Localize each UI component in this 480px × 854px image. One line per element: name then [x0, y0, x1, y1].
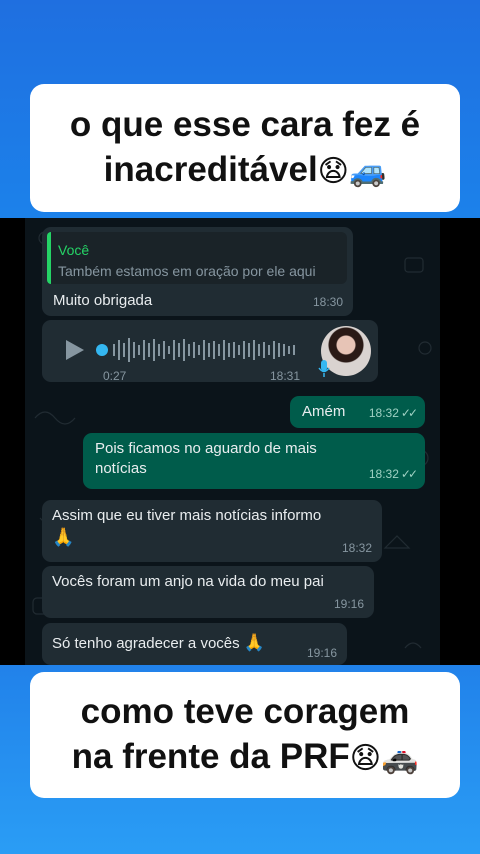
outgoing-message-bubble[interactable]: Amém 18:32 ✓✓ — [290, 396, 425, 428]
quote-author: Você — [58, 242, 90, 258]
message-time: 19:16 — [306, 646, 337, 660]
caption-bottom: como teve coragem na frente da PRF😧🚓 — [30, 672, 460, 798]
message-time: 18:32 — [341, 541, 372, 555]
reply-message-bubble[interactable]: Você Também estamos em oração por ele aq… — [42, 227, 353, 316]
message-time: 18:31 — [270, 369, 301, 383]
incoming-message-bubble[interactable]: Vocês foram um anjo na vida do meu pai 1… — [42, 566, 374, 618]
message-time: 18:30 — [312, 295, 343, 309]
chat-screenshot: Você Também estamos em oração por ele aq… — [25, 218, 440, 665]
message-text: Vocês foram um anjo na vida do meu pai — [52, 573, 324, 590]
left-black-border — [0, 218, 25, 665]
message-text: Só tenho agradecer a vocês — [52, 635, 240, 652]
quoted-message[interactable]: Você Também estamos em oração por ele aq… — [47, 232, 347, 284]
caption-bottom-line-2: na frente da PRF — [71, 737, 350, 776]
right-black-border — [440, 218, 480, 665]
microphone-icon — [318, 360, 330, 377]
message-time: 19:16 — [333, 597, 364, 611]
voice-message-bubble[interactable]: 0:27 18:31 — [42, 320, 378, 383]
play-icon[interactable] — [64, 338, 86, 362]
caption-top-line-1: o que esse cara fez é — [69, 105, 421, 144]
car-icon: 🚙 — [348, 154, 387, 189]
playback-slider-thumb[interactable] — [96, 344, 108, 356]
anguished-face-icon: 😧 — [317, 154, 349, 189]
police-car-icon: 🚓 — [381, 741, 419, 776]
praying-hands-icon: 🙏 — [243, 633, 265, 653]
message-text: Pois ficamos no aguardo de mais notícias — [95, 440, 317, 477]
message-time: 18:32 — [368, 467, 399, 481]
voice-duration: 0:27 — [103, 369, 127, 383]
praying-hands-icon: 🙏 — [52, 527, 75, 548]
message-text: Amém — [302, 403, 346, 420]
anguished-face-icon: 😧 — [349, 741, 382, 776]
read-receipt-icon: ✓✓ — [400, 406, 418, 420]
caption-top: o que esse cara fez é inacreditável😧🚙 — [30, 84, 460, 212]
quote-text: Também estamos em oração por ele aqui — [58, 263, 316, 279]
caption-bottom-line-1: como teve coragem — [80, 692, 410, 731]
audio-waveform[interactable] — [112, 334, 302, 366]
outgoing-message-bubble[interactable]: Pois ficamos no aguardo de mais notícias… — [83, 433, 425, 489]
read-receipt-icon: ✓✓ — [400, 467, 418, 481]
message-time: 18:32 — [368, 406, 399, 420]
message-text: Assim que eu tiver mais notícias informo — [52, 507, 322, 524]
incoming-message-bubble[interactable]: Só tenho agradecer a vocês 🙏 19:16 — [42, 623, 347, 665]
caption-top-line-2: inacreditável — [103, 150, 318, 189]
reply-text: Muito obrigada — [53, 292, 153, 309]
incoming-message-bubble[interactable]: Assim que eu tiver mais notícias informo… — [42, 500, 382, 562]
quote-bar — [47, 232, 51, 284]
